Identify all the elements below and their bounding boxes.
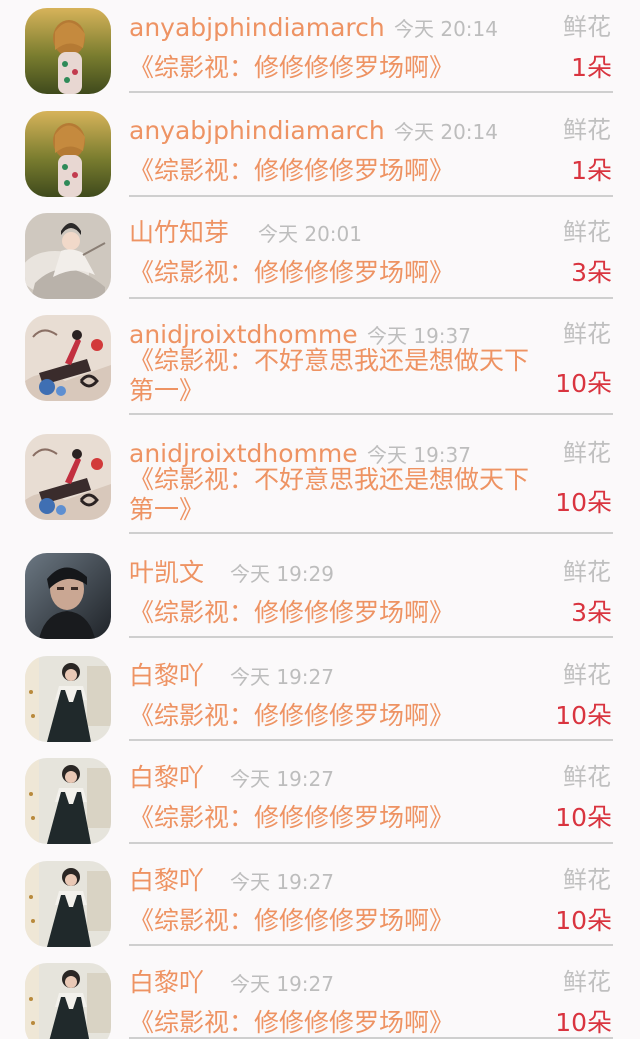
user-name[interactable]: anyabjphindiamarch (129, 12, 385, 44)
user-name[interactable]: 白黎吖 (129, 967, 204, 999)
flower-count: 1朵 (571, 156, 612, 185)
young-man-avatar[interactable] (25, 553, 111, 639)
gift-type-label: 鲜花 (563, 116, 611, 144)
flower-count: 10朵 (555, 701, 612, 730)
gift-record-row[interactable]: 白黎吖 今天 19:27 鲜花 《综影视：修修修修罗场啊》 10朵 (0, 955, 640, 1039)
illustration-avatar[interactable] (25, 315, 111, 401)
book-title[interactable]: 《综影视：不好意思我还是想做天下第一》 (129, 346, 549, 406)
row-divider (129, 297, 613, 299)
book-title[interactable]: 《综影视：修修修修罗场啊》 (129, 803, 549, 833)
row-divider (129, 91, 613, 93)
gift-record-row[interactable]: 山竹知芽 今天 20:01 鲜花 《综影视：修修修修罗场啊》 3朵 (0, 205, 640, 299)
row-divider (129, 532, 613, 534)
gift-type-label: 鲜花 (563, 320, 611, 348)
timestamp: 今天 19:29 (230, 562, 334, 586)
girl-in-dress-avatar[interactable] (25, 963, 111, 1039)
book-title[interactable]: 《综影视：修修修修罗场啊》 (129, 906, 549, 936)
user-name[interactable]: 白黎吖 (129, 865, 204, 897)
girl-in-dress-avatar[interactable] (25, 656, 111, 742)
gift-type-label: 鲜花 (563, 13, 611, 41)
timestamp: 今天 19:27 (230, 972, 334, 996)
gift-record-row[interactable]: anyabjphindiamarch 今天 20:14 鲜花 《综影视：修修修修罗场啊… (0, 0, 640, 94)
gift-type-label: 鲜花 (563, 763, 611, 791)
book-title[interactable]: 《综影视：修修修修罗场啊》 (129, 1008, 549, 1038)
gift-type-label: 鲜花 (563, 558, 611, 586)
gift-record-row[interactable]: 白黎吖 今天 19:27 鲜花 《综影视：修修修修罗场啊》 10朵 (0, 750, 640, 844)
row-divider (129, 739, 613, 741)
user-name[interactable]: 白黎吖 (129, 660, 204, 692)
book-title[interactable]: 《综影视：修修修修罗场啊》 (129, 598, 549, 628)
user-name[interactable]: 叶凯文 (129, 557, 204, 589)
user-name[interactable]: 白黎吖 (129, 762, 204, 794)
gift-type-label: 鲜花 (563, 866, 611, 894)
gift-record-row[interactable]: 白黎吖 今天 19:27 鲜花 《综影视：修修修修罗场啊》 10朵 (0, 648, 640, 742)
timestamp: 今天 19:27 (230, 767, 334, 791)
user-name[interactable]: 山竹知芽 (129, 217, 229, 249)
timestamp: 今天 19:27 (230, 665, 334, 689)
gift-type-label: 鲜花 (563, 661, 611, 689)
gift-record-row[interactable]: anyabjphindiamarch 今天 20:14 鲜花 《综影视：修修修修罗场啊… (0, 103, 640, 197)
timestamp: 今天 19:27 (230, 870, 334, 894)
timestamp: 今天 20:01 (258, 222, 362, 246)
gift-record-row[interactable]: anidjroixtdhomme 今天 19:37 鲜花 《综影视：不好意思我还是想做… (0, 307, 640, 415)
book-title[interactable]: 《综影视：修修修修罗场啊》 (129, 156, 549, 186)
girl-in-field-avatar[interactable] (25, 111, 111, 197)
book-title[interactable]: 《综影视：不好意思我还是想做天下第一》 (129, 465, 549, 525)
user-name[interactable]: anyabjphindiamarch (129, 115, 385, 147)
flower-count: 10朵 (555, 369, 612, 398)
girl-in-field-avatar[interactable] (25, 8, 111, 94)
flower-count: 1朵 (571, 53, 612, 82)
row-divider (129, 195, 613, 197)
gift-record-row[interactable]: 白黎吖 今天 19:27 鲜花 《综影视：修修修修罗场啊》 10朵 (0, 853, 640, 947)
book-title[interactable]: 《综影视：修修修修罗场啊》 (129, 258, 549, 288)
row-divider (129, 636, 613, 638)
row-divider (129, 944, 613, 946)
timestamp: 今天 20:14 (394, 120, 498, 144)
flower-count: 3朵 (571, 258, 612, 287)
gift-record-list: anyabjphindiamarch 今天 20:14 鲜花 《综影视：修修修修罗场啊… (0, 0, 640, 1039)
flower-count: 10朵 (555, 488, 612, 517)
gift-type-label: 鲜花 (563, 218, 611, 246)
flower-count: 10朵 (555, 1008, 612, 1037)
book-title[interactable]: 《综影视：修修修修罗场啊》 (129, 701, 549, 731)
gift-record-row[interactable]: anidjroixtdhomme 今天 19:37 鲜花 《综影视：不好意思我还是想做… (0, 426, 640, 534)
girl-in-dress-avatar[interactable] (25, 861, 111, 947)
row-divider (129, 413, 613, 415)
gift-record-row[interactable]: 叶凯文 今天 19:29 鲜花 《综影视：修修修修罗场啊》 3朵 (0, 545, 640, 639)
flower-count: 3朵 (571, 598, 612, 627)
row-divider (129, 842, 613, 844)
book-title[interactable]: 《综影视：修修修修罗场啊》 (129, 53, 549, 83)
flower-count: 10朵 (555, 803, 612, 832)
illustration-avatar[interactable] (25, 434, 111, 520)
gift-type-label: 鲜花 (563, 968, 611, 996)
flower-count: 10朵 (555, 906, 612, 935)
gift-type-label: 鲜花 (563, 439, 611, 467)
girl-in-dress-avatar[interactable] (25, 758, 111, 844)
timestamp: 今天 20:14 (394, 17, 498, 41)
ancient-costume-avatar[interactable] (25, 213, 111, 299)
